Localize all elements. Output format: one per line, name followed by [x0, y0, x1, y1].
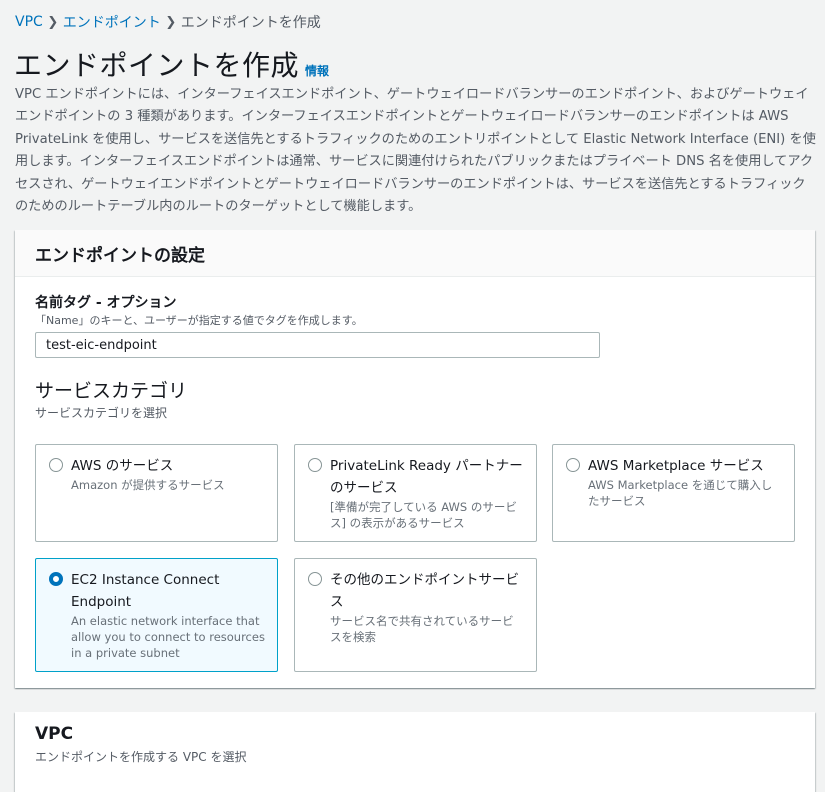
breadcrumb-link-endpoints[interactable]: エンドポイント	[63, 12, 161, 32]
radio-button[interactable]	[49, 458, 63, 472]
option-title: AWS のサービス	[71, 458, 174, 474]
panel-header: エンドポイントの設定	[15, 230, 815, 277]
breadcrumb-link-vpc[interactable]: VPC	[15, 14, 43, 30]
chevron-right-icon: ❯	[47, 14, 59, 30]
service-category-option-privatelink-partner[interactable]: PrivateLink Ready パートナーのサービス [準備が完了している …	[294, 444, 537, 542]
vpc-panel: VPC エンドポイントを作成する VPC を選択	[15, 712, 815, 792]
option-description: AWS Marketplace を通じて購入したサービス	[588, 478, 773, 508]
breadcrumb-current: エンドポイントを作成	[180, 15, 321, 31]
option-description: An elastic network interface that allow …	[71, 614, 265, 660]
vpc-description: エンドポイントを作成する VPC を選択	[35, 750, 247, 764]
service-category-option-aws-services[interactable]: AWS のサービス Amazon が提供するサービス	[35, 444, 278, 542]
info-link[interactable]: 情報	[305, 62, 329, 79]
breadcrumb: VPC ❯ エンドポイント ❯ エンドポイントを作成	[15, 12, 321, 32]
radio-button[interactable]	[566, 458, 580, 472]
name-tag-input[interactable]	[35, 332, 600, 358]
service-category-heading: サービスカテゴリ	[35, 380, 188, 402]
page-intro: VPC エンドポイントには、インターフェイスエンドポイント、ゲートウェイロードバ…	[15, 87, 816, 215]
service-category-option-ec2-instance-connect[interactable]: EC2 Instance Connect Endpoint An elastic…	[35, 558, 278, 672]
panel-title: VPC	[35, 724, 74, 744]
chevron-right-icon: ❯	[165, 14, 177, 30]
radio-button-selected[interactable]	[49, 572, 63, 586]
option-description: サービス名で共有されているサービスを検索	[330, 614, 514, 644]
endpoint-settings-panel: エンドポイントの設定 名前タグ - オプション 「Name」のキーと、ユーザーが…	[15, 230, 815, 688]
name-tag-label: 名前タグ - オプション	[35, 295, 177, 311]
page-title: エンドポイントを作成	[14, 49, 300, 82]
option-description: [準備が完了している AWS のサービス] の表示があるサービス	[330, 500, 517, 530]
name-tag-description: 「Name」のキーと、ユーザーが指定する値でタグを作成します。	[35, 314, 363, 327]
option-title: AWS Marketplace サービス	[588, 458, 764, 474]
service-category-option-aws-marketplace[interactable]: AWS Marketplace サービス AWS Marketplace を通じ…	[552, 444, 795, 542]
option-description: Amazon が提供するサービス	[71, 478, 225, 492]
option-title: PrivateLink Ready パートナーのサービス	[330, 458, 523, 496]
panel-title: エンドポイントの設定	[35, 246, 205, 266]
option-title: その他のエンドポイントサービス	[330, 572, 519, 610]
service-category-description: サービスカテゴリを選択	[35, 406, 168, 420]
service-category-option-other-endpoint-services[interactable]: その他のエンドポイントサービス サービス名で共有されているサービスを検索	[294, 558, 537, 672]
option-title: EC2 Instance Connect Endpoint	[71, 572, 220, 610]
radio-button[interactable]	[308, 572, 322, 586]
radio-button[interactable]	[308, 458, 322, 472]
